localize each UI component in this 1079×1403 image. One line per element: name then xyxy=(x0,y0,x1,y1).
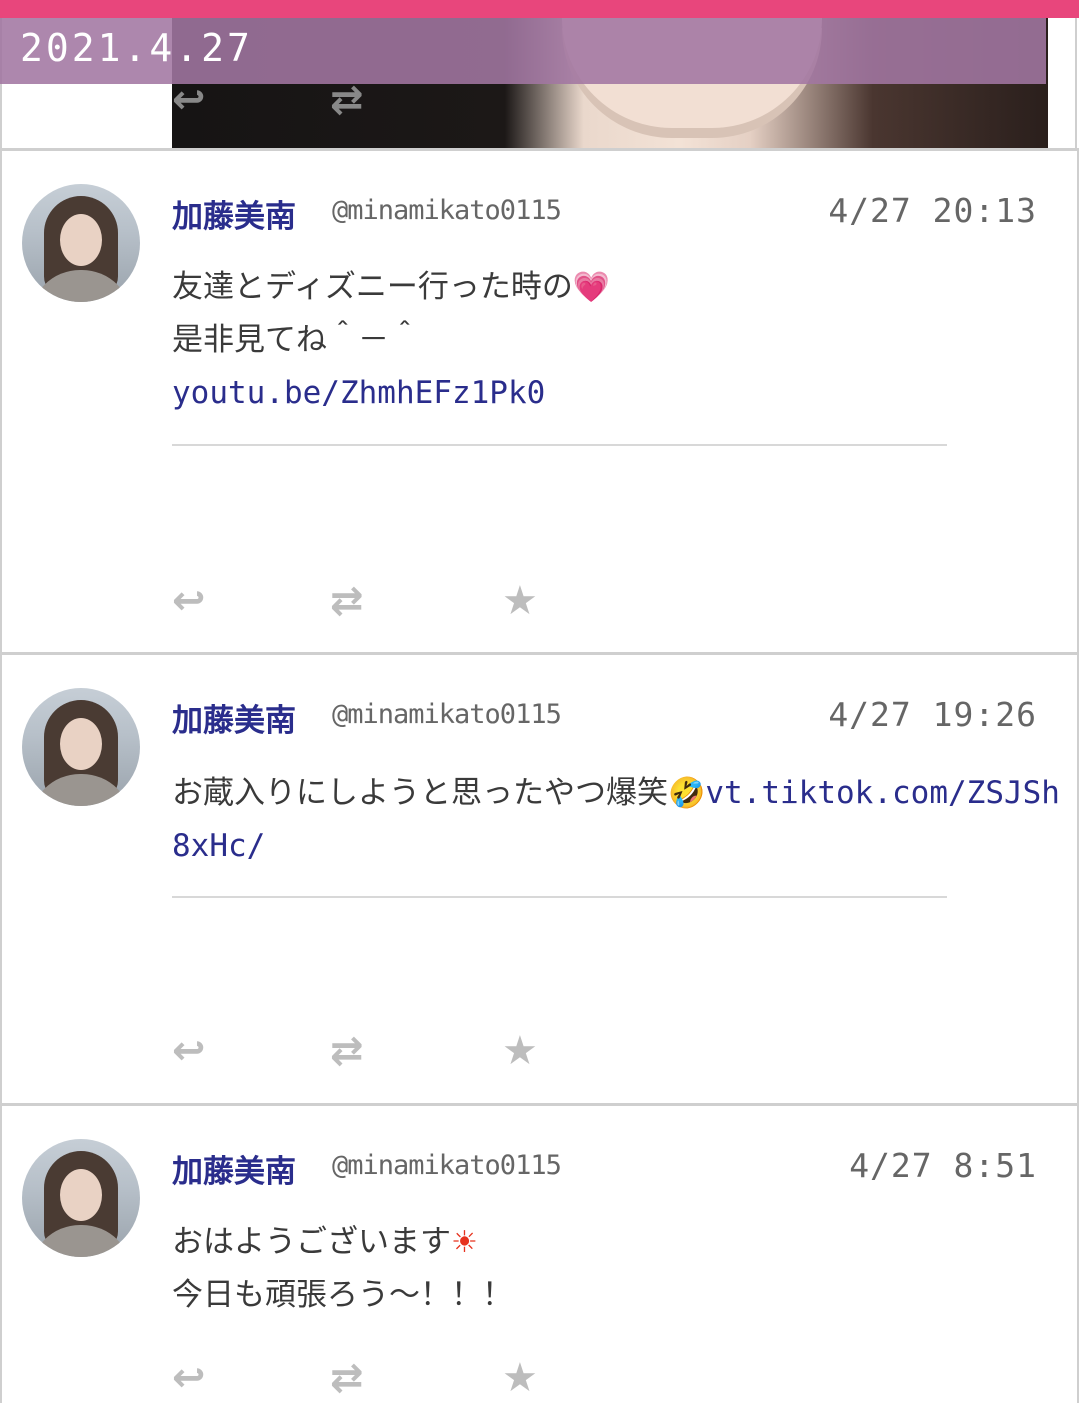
reply-icon[interactable]: ↩ xyxy=(172,1358,206,1398)
tweet-card: 加藤美南 @minamikato0115 4/27 20:13 友達とディズニー… xyxy=(0,148,1079,654)
date-banner: 2021.4.27 xyxy=(0,18,1046,84)
favorite-icon[interactable]: ★ xyxy=(502,581,538,621)
tweet-card: 加藤美南 @minamikato0115 4/27 19:26 お蔵入りにしよう… xyxy=(0,652,1079,1106)
author-name[interactable]: 加藤美南 xyxy=(172,695,296,740)
tweet-line: お蔵入りにしようと思ったやつ爆笑 xyxy=(172,775,668,811)
tweet-time[interactable]: 4/27 20:13 xyxy=(828,191,1037,230)
tweet-link[interactable]: youtu.be/ZhmhEFz1Pk0 xyxy=(172,367,1067,420)
tweet-text: おはようございます☀ 今日も頑張ろう〜！！！ xyxy=(172,1216,1067,1322)
reply-icon[interactable]: ↩ xyxy=(172,1031,206,1071)
top-accent-bar xyxy=(0,0,1079,18)
tweet-text: 友達とディズニー行った時の💗 是非見てね＾－＾ youtu.be/ZhmhEFz… xyxy=(172,261,1067,420)
retweet-icon[interactable]: ⇄ xyxy=(330,80,364,120)
retweet-icon[interactable]: ⇄ xyxy=(330,581,364,621)
reply-icon[interactable]: ↩ xyxy=(172,80,206,120)
tweet-time[interactable]: 4/27 19:26 xyxy=(828,695,1037,734)
divider xyxy=(172,896,947,898)
author-handle[interactable]: @minamikato0115 xyxy=(332,195,562,226)
retweet-icon[interactable]: ⇄ xyxy=(330,1358,364,1398)
tweet-line: 是非見てね＾－＾ xyxy=(172,322,420,358)
tweet-line: おはようございます xyxy=(172,1224,451,1260)
sun-emoji-icon: ☀ xyxy=(451,1225,478,1260)
author-name[interactable]: 加藤美南 xyxy=(172,191,296,236)
tweet-text: お蔵入りにしようと思ったやつ爆笑🤣vt.tiktok.com/ZSJSh8xHc… xyxy=(172,767,1067,873)
tweet-line: 友達とディズニー行った時の xyxy=(172,269,573,305)
avatar[interactable] xyxy=(22,1139,140,1257)
tweet-line: 今日も頑張ろう〜！！！ xyxy=(172,1277,513,1313)
date-label: 2021.4.27 xyxy=(20,26,253,70)
author-handle[interactable]: @minamikato0115 xyxy=(332,1150,562,1181)
reply-icon[interactable]: ↩ xyxy=(172,581,206,621)
heart-emoji-icon: 💗 xyxy=(572,270,611,305)
laughing-emoji-icon: 🤣 xyxy=(668,776,706,811)
favorite-icon[interactable]: ★ xyxy=(502,1358,538,1398)
author-name[interactable]: 加藤美南 xyxy=(172,1146,296,1191)
avatar[interactable] xyxy=(22,688,140,806)
divider xyxy=(172,444,947,446)
favorite-icon[interactable]: ★ xyxy=(502,1031,538,1071)
avatar[interactable] xyxy=(22,184,140,302)
retweet-icon[interactable]: ⇄ xyxy=(330,1031,364,1071)
tweet-card: 加藤美南 @minamikato0115 4/27 8:51 おはようございます… xyxy=(0,1103,1079,1403)
tweet-time[interactable]: 4/27 8:51 xyxy=(849,1146,1037,1185)
author-handle[interactable]: @minamikato0115 xyxy=(332,699,562,730)
